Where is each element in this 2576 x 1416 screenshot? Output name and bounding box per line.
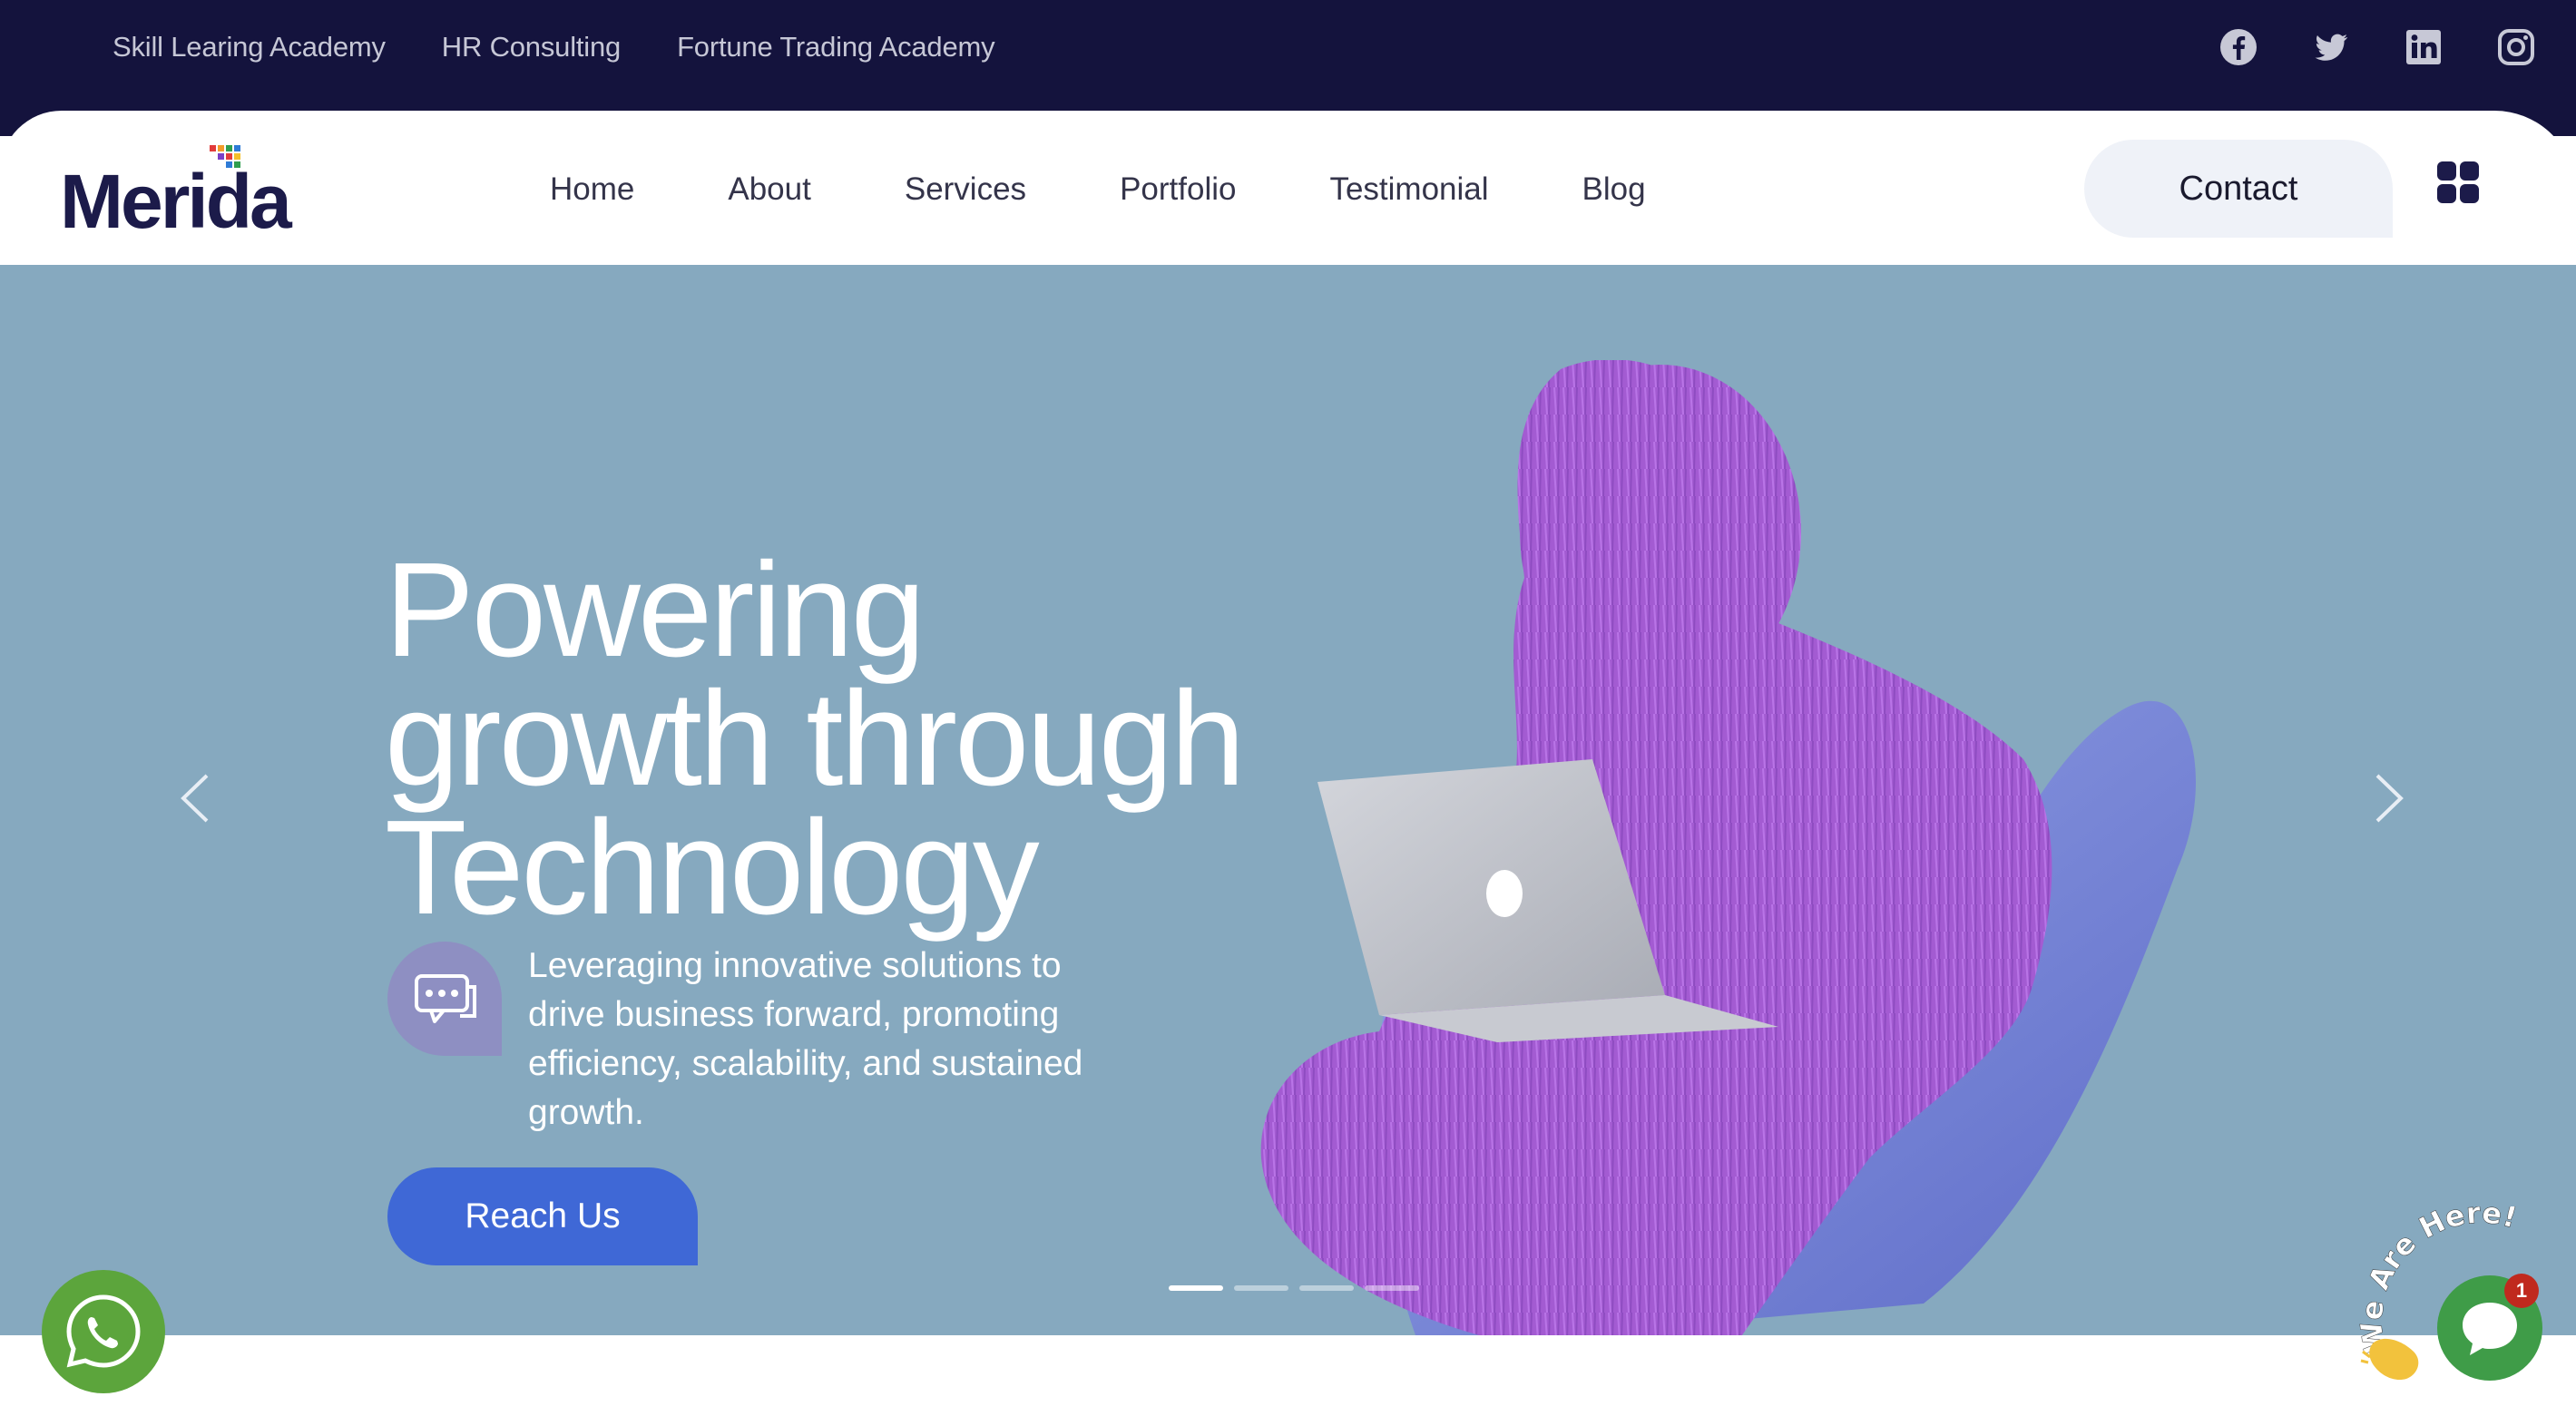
logo-pixel-mark-icon — [210, 145, 240, 168]
main-nav: Home About Services Portfolio Testimonia… — [550, 167, 1646, 212]
top-link-fortune-trading[interactable]: Fortune Trading Academy — [677, 29, 995, 65]
main-header: Merida Home About Services Portfolio Tes… — [0, 111, 2576, 265]
chat-notification-badge: 1 — [2504, 1274, 2539, 1308]
linkedin-icon[interactable] — [2404, 27, 2444, 67]
reach-us-button[interactable]: Reach Us — [387, 1167, 698, 1265]
hero-title-line-3: Technology — [385, 793, 1040, 942]
hero-title-line-2: growth through — [385, 664, 1245, 814]
nav-testimonial[interactable]: Testimonial — [1329, 167, 1488, 212]
nav-portfolio[interactable]: Portfolio — [1120, 167, 1236, 212]
logo-text: Merida — [60, 159, 292, 244]
hero-slider: Powering growth through Technology Lever… — [0, 265, 2576, 1335]
nav-home[interactable]: Home — [550, 167, 634, 212]
top-link-hr-consulting[interactable]: HR Consulting — [442, 29, 621, 65]
slider-dot-1[interactable] — [1169, 1285, 1223, 1291]
slider-dot-3[interactable] — [1299, 1285, 1354, 1291]
slider-dot-4[interactable] — [1365, 1285, 1419, 1291]
whatsapp-icon — [66, 1294, 141, 1368]
slider-next-arrow-icon[interactable] — [2366, 762, 2412, 835]
nav-blog[interactable]: Blog — [1582, 167, 1646, 212]
hero-title-line-1: Powering — [385, 535, 926, 685]
grid-menu-icon[interactable] — [2436, 161, 2480, 204]
nav-services[interactable]: Services — [905, 167, 1026, 212]
slider-prev-arrow-icon[interactable] — [172, 762, 218, 835]
hero-description: Leveraging innovative solutions to drive… — [528, 946, 1083, 1132]
contact-button[interactable]: Contact — [2084, 140, 2393, 238]
twitter-icon[interactable] — [2311, 27, 2351, 67]
nav-about[interactable]: About — [728, 167, 810, 212]
facebook-icon[interactable] — [2218, 27, 2258, 67]
top-links: Skill Learing Academy HR Consulting Fort… — [113, 29, 995, 65]
slider-pagination — [1169, 1285, 1419, 1291]
slider-dot-2[interactable] — [1234, 1285, 1288, 1291]
top-link-skill-academy[interactable]: Skill Learing Academy — [113, 29, 386, 65]
instagram-icon[interactable] — [2496, 27, 2536, 67]
chat-bubble-icon — [387, 942, 502, 1056]
whatsapp-button[interactable] — [42, 1270, 165, 1393]
hero-title: Powering growth through Technology — [385, 543, 1428, 935]
merida-logo[interactable]: Merida — [60, 145, 341, 245]
social-links — [2218, 27, 2536, 67]
